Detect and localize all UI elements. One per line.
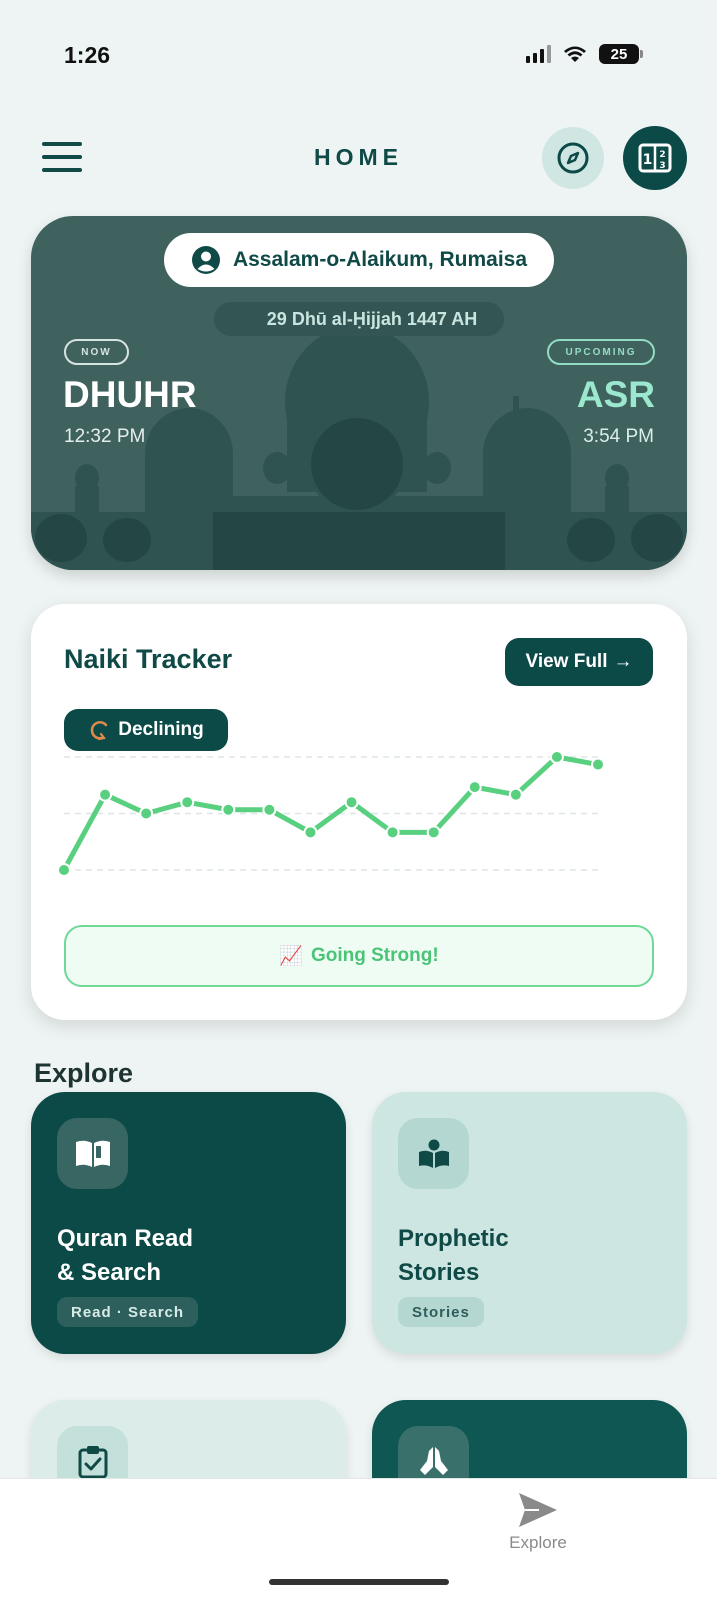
reading-person-icon <box>418 1139 449 1168</box>
tile-title-line: Quran Read <box>57 1225 194 1252</box>
user-icon <box>191 246 220 274</box>
compass-icon <box>557 142 589 174</box>
header: HOME 1 2 3 <box>0 122 717 192</box>
send-icon <box>519 1493 557 1527</box>
chart-point <box>221 802 236 817</box>
prayer-times-card[interactable]: Assalam-o-Alaikum, Rumaisa 29 Dhū al-Ḥij… <box>31 216 687 570</box>
svg-text:3: 3 <box>659 161 665 171</box>
chart-point <box>98 787 113 802</box>
clipboard-check-icon <box>78 1445 107 1478</box>
wifi-icon <box>564 46 586 62</box>
status-bar: 1:26 25 <box>0 0 717 100</box>
chart-point <box>180 795 195 810</box>
chart-point <box>262 802 277 817</box>
home-indicator[interactable] <box>269 1579 449 1585</box>
chart-point <box>591 757 605 772</box>
open-book-icon <box>75 1140 110 1167</box>
status-icons: 25 <box>526 44 643 64</box>
hijri-date-pill: 29 Dhū al-Ḥijjah 1447 AH <box>214 302 504 336</box>
page-title: HOME <box>314 144 403 170</box>
prophetic-stories-tile[interactable]: Prophetic Stories Stories <box>372 1092 687 1354</box>
svg-text:2: 2 <box>659 150 665 160</box>
current-prayer-time: 12:32 PM <box>64 426 146 447</box>
greeting-pill: Assalam-o-Alaikum, Rumaisa <box>164 233 554 287</box>
naiki-tracker-card: Naiki Tracker View Full → Declining 📈 Go… <box>31 604 687 1020</box>
bottom-navigation: Explore <box>0 1478 717 1600</box>
chart-point <box>467 780 482 795</box>
upcoming-prayer-name: ASR <box>576 374 655 415</box>
tile-icon-box <box>398 1118 469 1189</box>
tile-tag: Stories <box>398 1297 484 1327</box>
chart-point <box>57 863 71 877</box>
chart-point <box>139 806 154 821</box>
tile-title-line: Stories <box>398 1259 480 1286</box>
nav-explore-tab[interactable]: Explore <box>500 1491 576 1553</box>
current-prayer-name: DHUHR <box>63 374 197 415</box>
tile-icon-box <box>57 1118 128 1189</box>
tile-tag: Read · Search <box>57 1297 199 1327</box>
tile-title: Prophetic Stories <box>398 1222 658 1290</box>
signal-icon <box>526 45 551 63</box>
compass-button[interactable] <box>542 127 604 189</box>
chart-point <box>508 787 523 802</box>
tile-title-line: Prophetic <box>398 1225 509 1252</box>
nav-explore-label: Explore <box>509 1533 567 1552</box>
chart-point <box>426 825 441 840</box>
upcoming-prayer-time: 3:54 PM <box>583 426 654 447</box>
quran-read-search-tile[interactable]: Quran Read & Search Read · Search <box>31 1092 346 1354</box>
chart-increasing-icon: 📈 <box>279 946 303 967</box>
hijri-date: 29 Dhū al-Ḥijjah 1447 AH <box>266 308 478 329</box>
upcoming-tag: UPCOMING <box>547 339 655 365</box>
tile-title-line: & Search <box>57 1259 162 1286</box>
calendar-icon: 1 2 3 <box>638 143 672 173</box>
crescent-moon-icon <box>243 311 252 327</box>
praying-hands-icon <box>419 1446 448 1475</box>
now-tag: NOW <box>64 339 129 365</box>
going-strong-label: Going Strong! <box>310 945 439 966</box>
chart-point <box>385 825 400 840</box>
battery-icon: 25 <box>599 44 643 64</box>
tile-title: Quran Read & Search <box>57 1222 317 1290</box>
status-time: 1:26 <box>64 42 111 68</box>
explore-section-title: Explore <box>34 1058 134 1088</box>
chart-point <box>303 825 318 840</box>
chart-point <box>549 750 564 764</box>
greeting-text: Assalam-o-Alaikum, Rumaisa <box>232 248 528 271</box>
calendar-button[interactable]: 1 2 3 <box>623 126 687 190</box>
svg-text:1: 1 <box>643 152 653 168</box>
chart-point <box>344 795 359 810</box>
going-strong-banner: 📈 Going Strong! <box>64 925 654 987</box>
